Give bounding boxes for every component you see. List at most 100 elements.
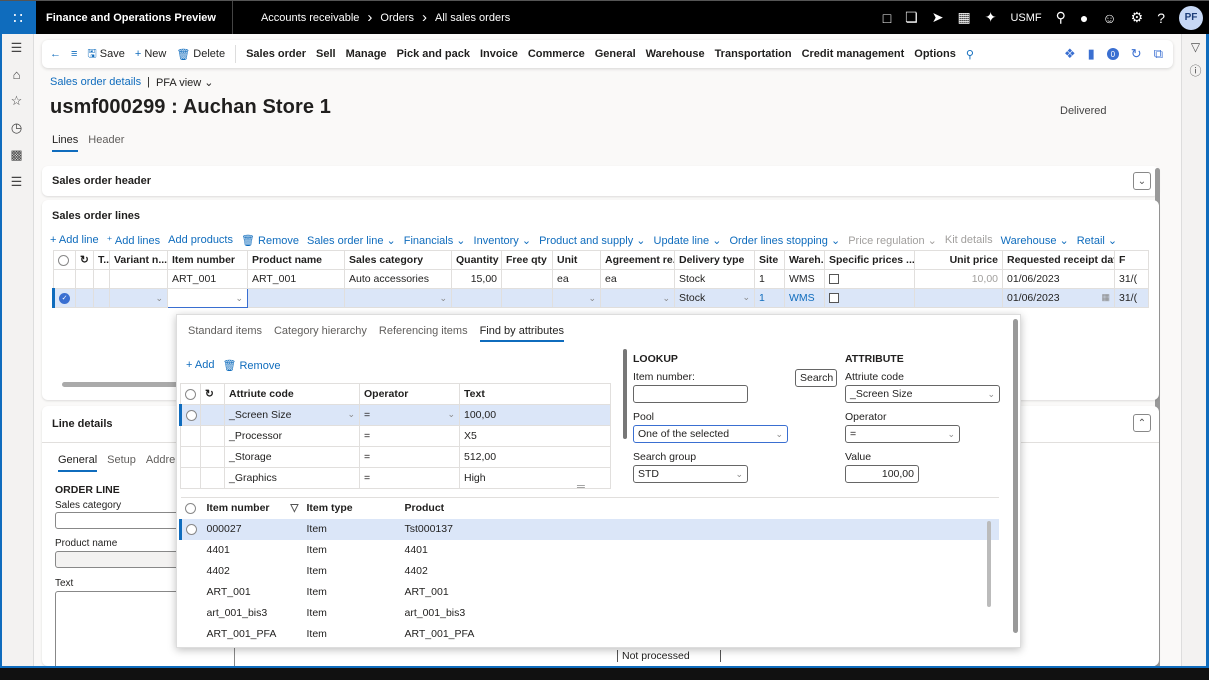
tab-lines[interactable]: Lines	[52, 134, 79, 152]
cell-item-type[interactable]: Item	[303, 603, 401, 624]
cell-attribute-code[interactable]: _Graphics	[224, 467, 360, 489]
cell-f[interactable]: 31/(	[1114, 269, 1149, 289]
column-header[interactable]: Unit price	[914, 250, 1003, 270]
select-all-radio[interactable]	[181, 498, 203, 519]
cell-item-number[interactable]: 4402	[203, 561, 303, 582]
notification-badge[interactable]: 0	[1106, 48, 1119, 60]
cell-product[interactable]: ART_001	[401, 582, 999, 603]
cell-product-name[interactable]	[247, 288, 345, 308]
sales-order-details-link[interactable]: Sales order details	[50, 76, 141, 89]
column-header[interactable]: Specific prices ...	[824, 250, 915, 270]
cell-agreement[interactable]: ⌄	[600, 288, 675, 308]
cell-free-qty[interactable]	[501, 288, 553, 308]
tab-address[interactable]: Addre	[146, 454, 175, 472]
cell-operator[interactable]: = ⌄	[359, 404, 460, 426]
cell-unit[interactable]: ⌄	[552, 288, 601, 308]
table-row-selected[interactable]: _Screen Size ⌄ = ⌄ 100,00	[179, 404, 611, 426]
save-button[interactable]: 🖫 Save	[87, 45, 124, 64]
menu-warehouse[interactable]: Warehouse	[646, 48, 705, 60]
column-header[interactable]: Attriute code	[224, 383, 360, 405]
search-button[interactable]: Search	[795, 369, 837, 387]
cell-requested-date[interactable]: 01/06/2023	[1002, 269, 1115, 289]
table-row[interactable]: ART_001_PFA Item ART_001_PFA	[181, 624, 999, 645]
cell-text[interactable]: 512,00	[459, 446, 611, 468]
cell-quantity[interactable]	[451, 288, 502, 308]
menu-lines-icon[interactable]: ≡	[71, 48, 77, 60]
horizontal-scrollbar[interactable]	[62, 382, 182, 387]
warehouse-menu[interactable]: Warehouse ⌄	[1001, 234, 1069, 247]
hamburger-icon[interactable]: ☰	[11, 40, 23, 56]
row-select-radio[interactable]: ✓	[52, 288, 76, 308]
table-row[interactable]: 4401 Item 4401	[181, 540, 999, 561]
cell-specific-prices[interactable]	[824, 288, 915, 308]
update-line-menu[interactable]: Update line ⌄	[654, 234, 722, 247]
cell-sales-category[interactable]: ⌄	[344, 288, 452, 308]
popup-scrollbar[interactable]	[1013, 319, 1018, 633]
menu-general[interactable]: General	[595, 48, 636, 60]
order-lines-stopping-menu[interactable]: Order lines stopping ⌄	[729, 234, 840, 247]
app-title[interactable]: Finance and Operations Preview	[36, 0, 233, 35]
menu-sales-order[interactable]: Sales order	[246, 48, 306, 60]
help-icon[interactable]: ?	[1157, 10, 1165, 26]
delete-button[interactable]: 🗑 Delete	[176, 48, 225, 61]
cell-product-name[interactable]: ART_001	[247, 269, 345, 289]
cell-delivery-type[interactable]: Stock	[674, 269, 755, 289]
menu-invoice[interactable]: Invoice	[480, 48, 518, 60]
cell-item-number[interactable]: ART_001	[203, 582, 303, 603]
cell-operator[interactable]: =	[359, 467, 460, 489]
search-icon[interactable]: ⚲	[1056, 9, 1066, 26]
menu-options[interactable]: Options	[914, 48, 956, 60]
column-header[interactable]: Delivery type	[674, 250, 755, 270]
pool-dropdown[interactable]: One of the selected ⌄	[633, 425, 788, 443]
office-icon[interactable]: ▮	[1088, 46, 1095, 62]
chevron-down-icon[interactable]: ⌄	[1133, 172, 1151, 190]
column-header[interactable]: Product	[401, 498, 999, 519]
info-icon[interactable]: ⓘ	[1189, 62, 1201, 79]
attribute-code-dropdown[interactable]: _Screen Size ⌄	[845, 385, 1000, 403]
column-header[interactable]: Item number ▽	[203, 498, 303, 519]
back-arrow-icon[interactable]: ←	[50, 48, 61, 60]
search-group-dropdown[interactable]: STD ⌄	[633, 465, 748, 483]
select-all-radio[interactable]	[53, 250, 76, 270]
add-products-button[interactable]: Add products	[168, 234, 233, 247]
checkbox[interactable]	[829, 274, 839, 285]
clock-icon[interactable]: ◷	[11, 120, 22, 136]
add-button[interactable]: + Add	[186, 359, 214, 372]
filter-icon[interactable]: ▽	[1191, 40, 1200, 54]
cell-item-number[interactable]: 4401	[203, 540, 303, 561]
cell-product[interactable]: art_001_bis3	[401, 603, 999, 624]
cell-item-number[interactable]: ART_001_PFA	[203, 624, 303, 645]
retail-menu[interactable]: Retail ⌄	[1077, 234, 1117, 247]
cell-delivery-type[interactable]: Stock ⌄	[674, 288, 755, 308]
menu-pick-and-pack[interactable]: Pick and pack	[397, 48, 470, 60]
column-header[interactable]: Variant n...	[109, 250, 168, 270]
tab-header[interactable]: Header	[88, 134, 124, 152]
column-header[interactable]: T...	[93, 250, 110, 270]
table-row[interactable]: ART_001 Item ART_001	[181, 582, 999, 603]
column-header[interactable]: Requested receipt date	[1002, 250, 1115, 270]
chevron-up-icon[interactable]: ⌃	[1133, 414, 1151, 432]
cell-unit[interactable]: ea	[552, 269, 601, 289]
table-row[interactable]: art_001_bis3 Item art_001_bis3	[181, 603, 999, 624]
notification-icon[interactable]: ●	[1080, 10, 1088, 26]
company-picker[interactable]: USMF	[1010, 12, 1041, 24]
avatar[interactable]: PF	[1179, 5, 1203, 30]
product-and-supply-menu[interactable]: Product and supply ⌄	[539, 234, 645, 247]
calculator-icon[interactable]: ▦	[957, 9, 970, 26]
tab-standard-items[interactable]: Standard items	[188, 325, 262, 342]
column-header[interactable]: Free qty	[501, 250, 553, 270]
breadcrumb-item[interactable]: Orders	[380, 12, 414, 24]
menu-commerce[interactable]: Commerce	[528, 48, 585, 60]
star-icon[interactable]: ☆	[11, 93, 23, 109]
splitter-handle[interactable]: ═	[577, 481, 585, 493]
row-radio[interactable]	[179, 518, 203, 540]
cell-item-type[interactable]: Item	[303, 582, 401, 603]
cell-attribute-code[interactable]: _Storage	[224, 446, 360, 468]
column-header[interactable]: Unit	[552, 250, 601, 270]
cell-item-type[interactable]: Item	[303, 624, 401, 645]
cell-item-number[interactable]: ART_001	[167, 269, 248, 289]
results-scrollbar[interactable]	[987, 521, 991, 607]
cell-text[interactable]: X5	[459, 425, 611, 447]
refresh-icon[interactable]: ↻	[200, 383, 225, 405]
column-header[interactable]: Quantity	[451, 250, 502, 270]
